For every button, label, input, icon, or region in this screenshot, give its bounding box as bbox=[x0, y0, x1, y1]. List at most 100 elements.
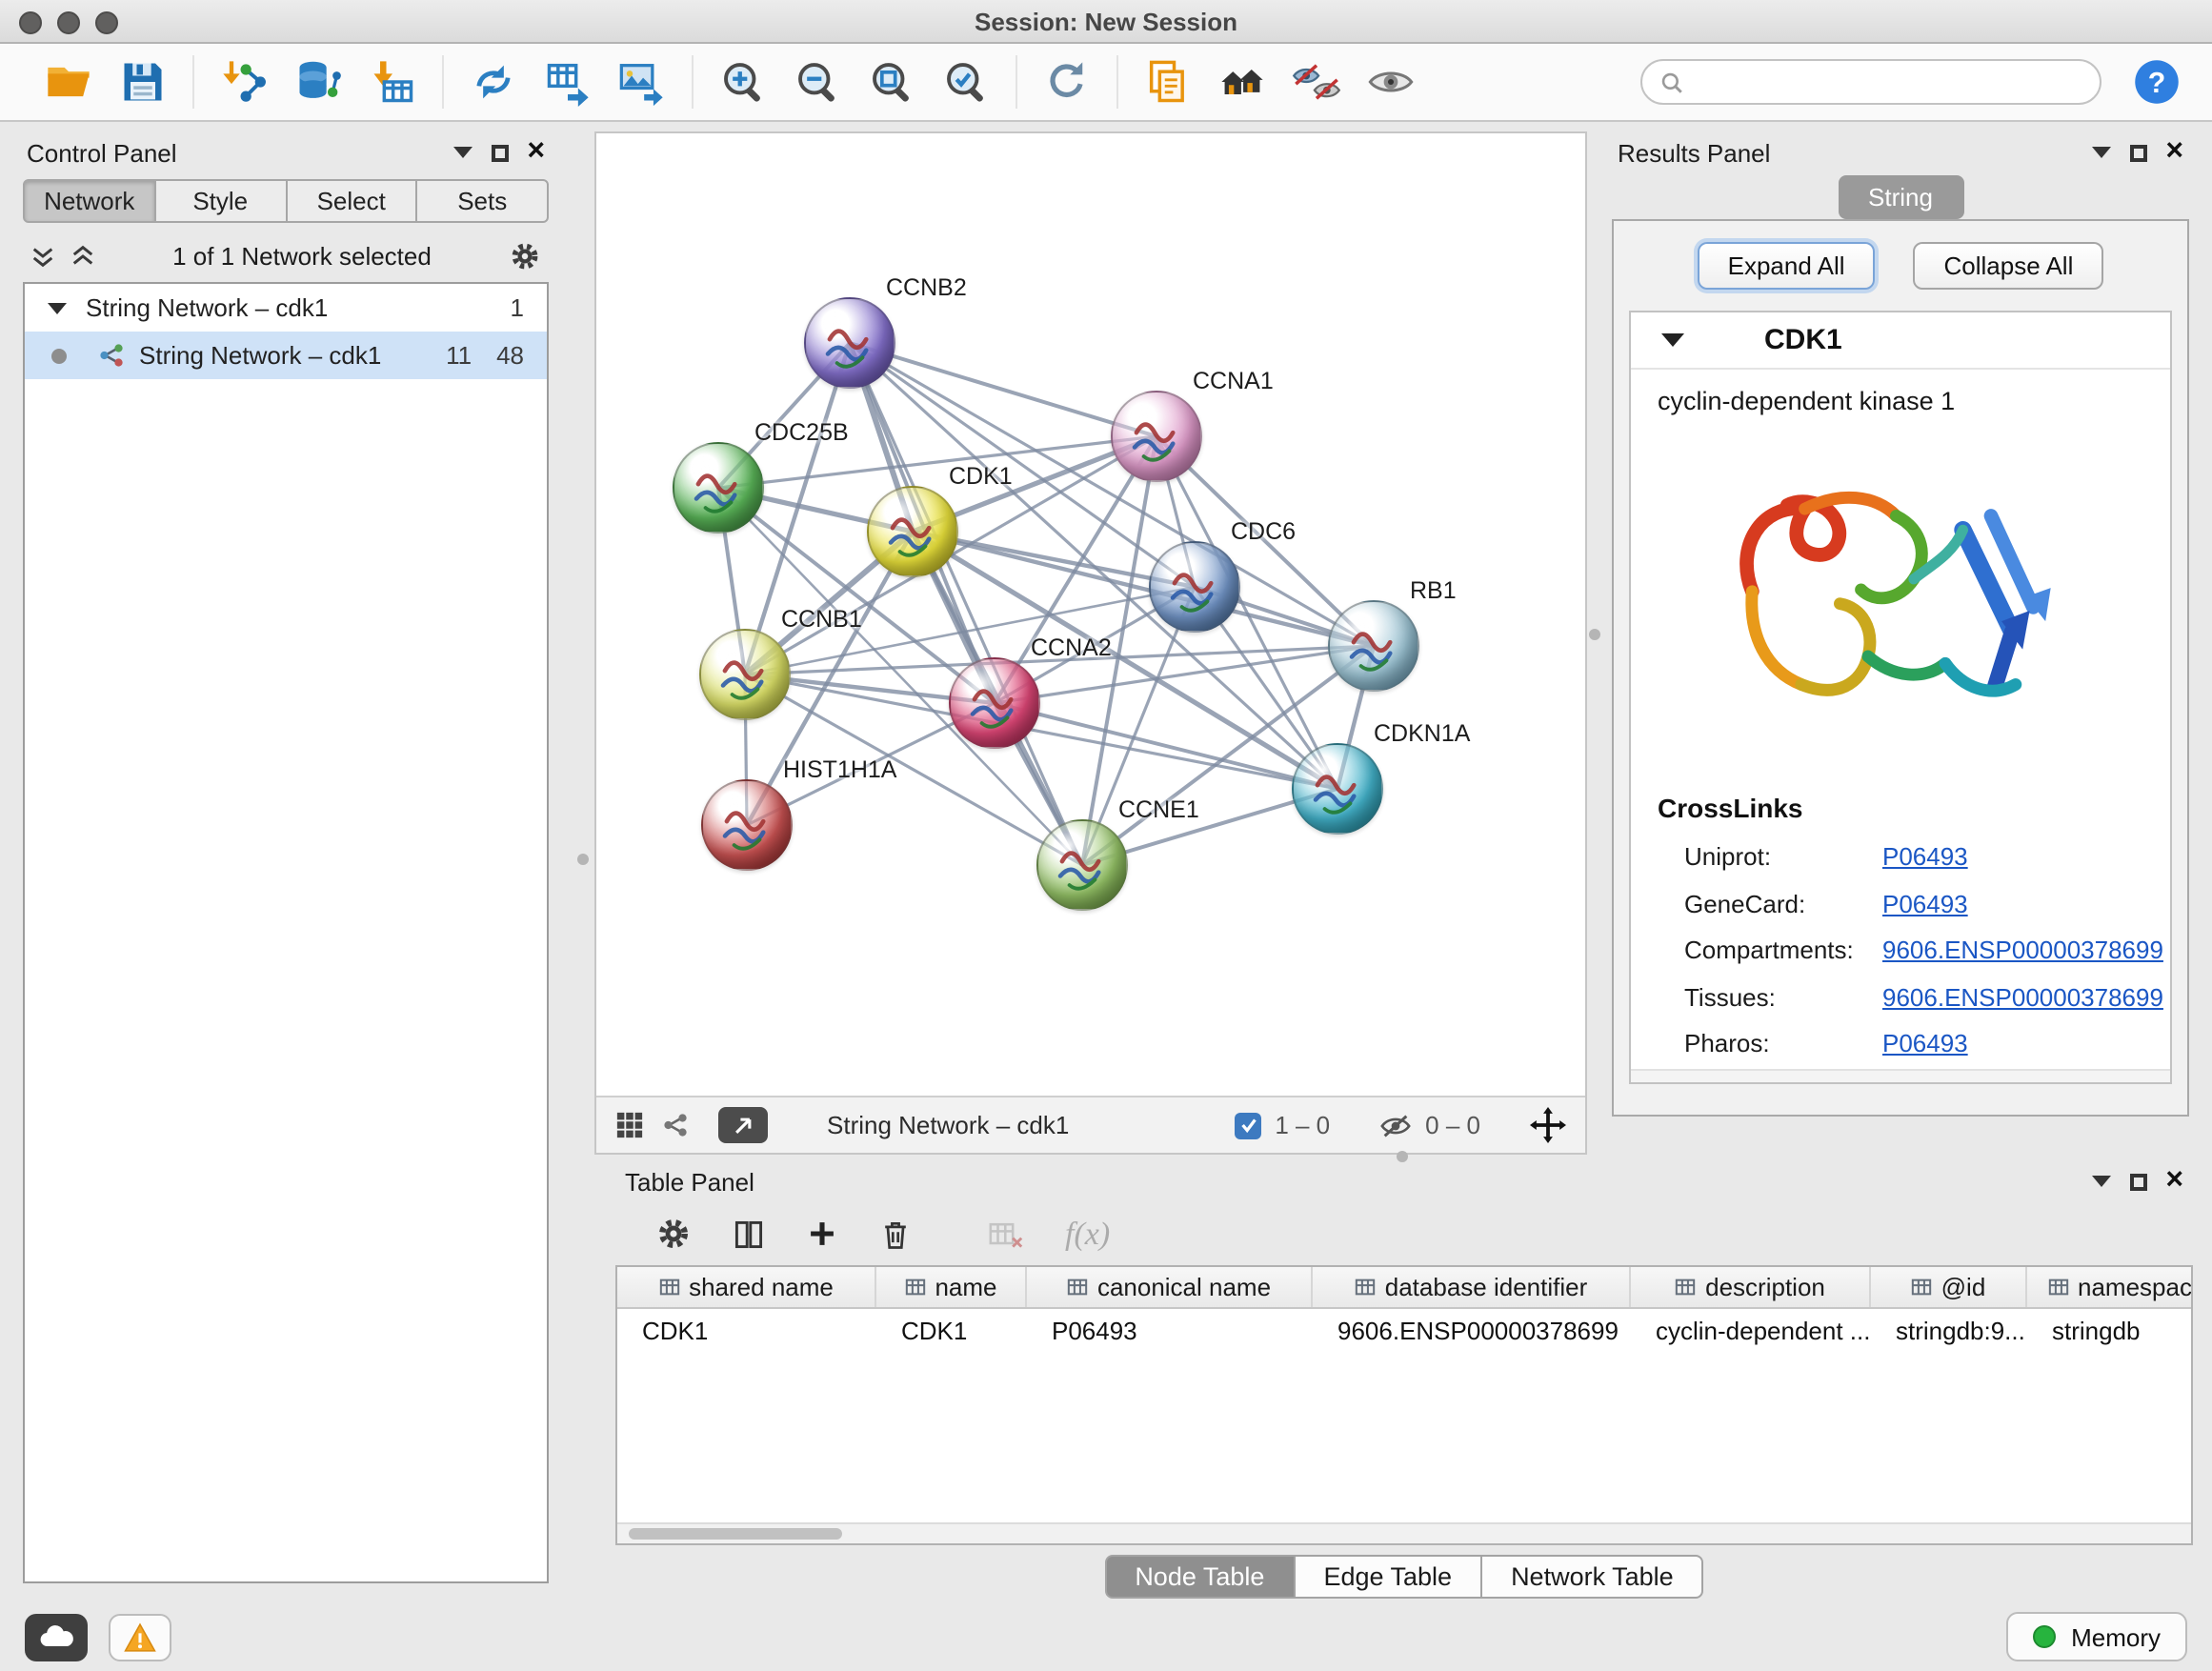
table-cell[interactable]: P06493 bbox=[1027, 1309, 1313, 1353]
close-panel-icon[interactable]: × bbox=[2165, 137, 2183, 168]
float-panel-icon[interactable] bbox=[2129, 144, 2146, 161]
grid-view-icon[interactable] bbox=[615, 1111, 644, 1139]
zoom-fit-content-button[interactable] bbox=[863, 53, 920, 111]
scrollbar-thumb[interactable] bbox=[629, 1528, 842, 1540]
zoom-in-button[interactable] bbox=[714, 53, 772, 111]
crosslink-value-link[interactable]: P06493 bbox=[1882, 842, 1968, 871]
selected-nodes-icon[interactable] bbox=[1235, 1112, 1261, 1138]
show-columns-icon[interactable] bbox=[732, 1217, 766, 1251]
network-node-CCNA1[interactable] bbox=[1111, 391, 1202, 482]
duplicate-page-button[interactable] bbox=[1139, 53, 1196, 111]
table-cell[interactable]: CDK1 bbox=[617, 1309, 876, 1353]
close-window-button[interactable] bbox=[19, 11, 42, 34]
float-panel-icon[interactable] bbox=[2129, 1173, 2146, 1190]
new-network-from-selection-button[interactable] bbox=[465, 53, 522, 111]
save-session-button[interactable] bbox=[114, 53, 171, 111]
panel-menu-icon[interactable] bbox=[452, 147, 472, 158]
warning-button[interactable] bbox=[109, 1613, 171, 1661]
close-panel-icon[interactable]: × bbox=[2165, 1166, 2183, 1197]
network-node-CDC25B[interactable] bbox=[673, 442, 764, 534]
column-header-canonical-name[interactable]: canonical name bbox=[1027, 1267, 1313, 1307]
export-table-button[interactable] bbox=[539, 53, 596, 111]
maximize-window-button[interactable] bbox=[95, 11, 118, 34]
column-header-description[interactable]: description bbox=[1631, 1267, 1871, 1307]
show-graphics-details-button[interactable] bbox=[1362, 53, 1419, 111]
network-node-CCNA2[interactable] bbox=[949, 657, 1040, 749]
float-panel-icon[interactable] bbox=[491, 144, 508, 161]
tab-node-table[interactable]: Node Table bbox=[1104, 1555, 1295, 1599]
collapse-gene-icon[interactable] bbox=[1661, 333, 1684, 347]
network-node-CCNB1[interactable] bbox=[699, 629, 791, 720]
tab-string[interactable]: String bbox=[1838, 175, 1963, 219]
network-node-RB1[interactable] bbox=[1328, 600, 1419, 692]
network-node-HIST1H1A[interactable] bbox=[701, 779, 793, 871]
network-overview-button[interactable] bbox=[1214, 53, 1271, 111]
table-cell[interactable]: cyclin-dependent ... bbox=[1631, 1309, 1871, 1353]
column-header-shared-name[interactable]: shared name bbox=[617, 1267, 876, 1307]
import-table-from-file-button[interactable] bbox=[364, 53, 421, 111]
create-column-icon[interactable] bbox=[806, 1218, 838, 1250]
table-row[interactable]: CDK1CDK1P064939606.ENSP00000378699cyclin… bbox=[617, 1309, 2191, 1353]
expand-all-networks-icon[interactable] bbox=[70, 243, 95, 268]
network-collection-row[interactable]: String Network – cdk1 1 bbox=[25, 284, 547, 332]
close-panel-icon[interactable]: × bbox=[527, 137, 545, 168]
table-settings-gear-icon[interactable] bbox=[655, 1216, 692, 1252]
import-network-from-database-button[interactable] bbox=[290, 53, 347, 111]
pan-crosshair-icon[interactable] bbox=[1530, 1107, 1566, 1143]
crosslink-value-link[interactable]: P06493 bbox=[1882, 889, 1968, 917]
open-session-button[interactable] bbox=[40, 53, 97, 111]
table-cell[interactable]: CDK1 bbox=[876, 1309, 1027, 1353]
column-header-database-identifier[interactable]: database identifier bbox=[1313, 1267, 1631, 1307]
share-network-icon[interactable] bbox=[661, 1111, 690, 1139]
gene-box-scrollbar[interactable] bbox=[1631, 1069, 2170, 1082]
crosslink-value-link[interactable]: 9606.ENSP00000378699 bbox=[1882, 982, 2163, 1011]
panel-menu-icon[interactable] bbox=[2091, 147, 2110, 158]
gear-icon[interactable] bbox=[509, 239, 541, 272]
network-node-CCNB2[interactable] bbox=[804, 297, 895, 389]
gene-header[interactable]: CDK1 bbox=[1631, 312, 2170, 370]
network-canvas[interactable]: CCNB2CCNA1CDC25BCDK1CDC6RB1CCNB1CCNA2CDK… bbox=[596, 133, 1585, 1096]
cloud-button[interactable] bbox=[25, 1613, 88, 1661]
tab-select[interactable]: Select bbox=[285, 179, 418, 223]
network-node-CDK1[interactable] bbox=[867, 486, 958, 577]
zoom-selected-button[interactable] bbox=[937, 53, 995, 111]
minimize-window-button[interactable] bbox=[57, 11, 80, 34]
network-node-CCNE1[interactable] bbox=[1036, 819, 1128, 911]
search-box[interactable] bbox=[1640, 59, 2101, 105]
table-cell[interactable]: stringdb bbox=[2027, 1309, 2191, 1353]
help-button[interactable]: ? bbox=[2128, 53, 2185, 111]
network-node-CDKN1A[interactable] bbox=[1292, 743, 1383, 835]
column-header-namespac[interactable]: namespac bbox=[2027, 1267, 2191, 1307]
birdseye-view-button[interactable] bbox=[718, 1107, 768, 1143]
collapse-all-networks-icon[interactable] bbox=[30, 243, 55, 268]
left-splitter-handle[interactable] bbox=[577, 854, 589, 865]
export-image-button[interactable] bbox=[613, 53, 671, 111]
tab-edge-table[interactable]: Edge Table bbox=[1293, 1555, 1482, 1599]
tab-network[interactable]: Network bbox=[23, 179, 156, 223]
memory-button[interactable]: Memory bbox=[2006, 1612, 2187, 1661]
hidden-nodes-icon[interactable] bbox=[1379, 1112, 1412, 1138]
network-node-CDC6[interactable] bbox=[1149, 541, 1240, 633]
right-splitter-handle[interactable] bbox=[1589, 629, 1600, 640]
column-header-name[interactable]: name bbox=[876, 1267, 1027, 1307]
expand-all-button[interactable]: Expand All bbox=[1698, 242, 1876, 290]
tab-sets[interactable]: Sets bbox=[416, 179, 550, 223]
crosslink-value-link[interactable]: 9606.ENSP00000378699 bbox=[1882, 936, 2163, 964]
network-row[interactable]: String Network – cdk1 11 48 bbox=[25, 332, 547, 379]
tree-expander-icon[interactable] bbox=[48, 302, 67, 313]
table-cell[interactable]: 9606.ENSP00000378699 bbox=[1313, 1309, 1631, 1353]
bottom-splitter-handle[interactable] bbox=[1397, 1151, 1408, 1162]
crosslink-value-link[interactable]: P06493 bbox=[1882, 1029, 1968, 1057]
delete-column-icon[interactable] bbox=[878, 1217, 913, 1251]
apply-preferred-layout-button[interactable] bbox=[1038, 53, 1096, 111]
collapse-all-button[interactable]: Collapse All bbox=[1914, 242, 2104, 290]
table-horizontal-scrollbar[interactable] bbox=[617, 1522, 2191, 1543]
tab-network-table[interactable]: Network Table bbox=[1480, 1555, 1704, 1599]
zoom-out-button[interactable] bbox=[789, 53, 846, 111]
hide-selected-button[interactable] bbox=[1288, 53, 1345, 111]
panel-menu-icon[interactable] bbox=[2091, 1176, 2110, 1187]
import-network-from-file-button[interactable] bbox=[215, 53, 272, 111]
search-input[interactable] bbox=[1696, 67, 2082, 97]
tab-style[interactable]: Style bbox=[154, 179, 288, 223]
column-header--id[interactable]: @id bbox=[1871, 1267, 2027, 1307]
